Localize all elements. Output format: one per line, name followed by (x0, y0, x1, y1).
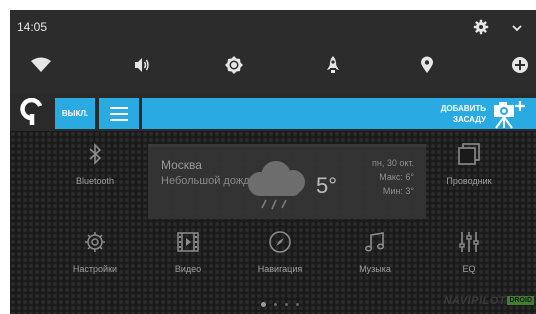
page-dot[interactable] (274, 303, 277, 306)
hamburger-icon (110, 106, 128, 121)
data-saver-icon[interactable] (507, 52, 533, 78)
off-button[interactable]: ВЫКЛ. (55, 98, 95, 129)
bluetooth-icon (80, 139, 110, 169)
notification-shade: 14:05 (10, 10, 536, 95)
rocket-icon[interactable] (320, 52, 346, 78)
gear-icon[interactable] (473, 19, 489, 35)
home-desktop: Москва Небольшой дождь 5° пн, 30 окт. Ма… (10, 131, 536, 314)
add-rear-label: ДОБАВИТЬ ЗАСАДУ (440, 104, 486, 124)
rain-cloud-icon (238, 160, 316, 212)
rear-camera-icon (490, 99, 528, 129)
status-time: 14:05 (17, 20, 48, 34)
chevron-down-icon[interactable] (510, 21, 524, 33)
app-music[interactable]: Музыка (335, 227, 415, 274)
weather-min: Мин: 3° (382, 186, 414, 196)
app-label: Навигация (257, 264, 303, 274)
page-dot[interactable] (285, 303, 288, 306)
music-icon (360, 227, 390, 257)
weather-temperature: 5° (316, 173, 338, 198)
app-equalizer[interactable]: EQ (429, 227, 509, 274)
app-label: Настройки (72, 264, 118, 274)
file-manager-icon (454, 139, 484, 169)
app-label: Музыка (359, 264, 391, 274)
page-indicator[interactable] (259, 301, 309, 309)
brightness-icon[interactable] (221, 52, 247, 78)
equalizer-icon (454, 227, 484, 257)
video-icon (173, 227, 203, 257)
menu-button[interactable] (99, 98, 139, 129)
wifi-icon[interactable] (28, 52, 54, 78)
app-label: Bluetooth (75, 176, 115, 186)
app-bluetooth[interactable]: Bluetooth (55, 139, 135, 186)
location-icon[interactable] (414, 52, 440, 78)
page-dot-active[interactable] (261, 302, 266, 307)
app-video[interactable]: Видео (148, 227, 228, 274)
settings-icon (80, 227, 110, 257)
app-settings[interactable]: Настройки (55, 227, 135, 274)
app-label: Проводник (446, 176, 492, 186)
app-label: EQ (462, 264, 476, 274)
navipilot-logo-icon[interactable] (18, 97, 46, 128)
brand-badge: DROID (507, 296, 534, 305)
app-navigation[interactable]: Навигация (240, 227, 320, 274)
weather-widget[interactable]: Москва Небольшой дождь 5° пн, 30 окт. Ма… (148, 144, 426, 219)
weather-city: Москва (161, 158, 202, 172)
weather-date: пн, 30 окт. (371, 158, 414, 168)
volume-icon[interactable] (129, 52, 155, 78)
weather-max: Макс: 6° (379, 172, 414, 182)
device-screen: 14:05 ВЫКЛ. ДОБАВИТЬ ЗАСАДУ Москва Небол… (10, 10, 536, 314)
navigation-icon (265, 227, 295, 257)
app-file-manager[interactable]: Проводник (429, 139, 509, 186)
brand-watermark: NAVIPILOT (443, 295, 506, 307)
app-top-bar: ВЫКЛ. ДОБАВИТЬ ЗАСАДУ (10, 95, 536, 131)
page-dot[interactable] (296, 303, 299, 306)
add-rear-button[interactable]: ДОБАВИТЬ ЗАСАДУ (142, 98, 536, 129)
app-label: Видео (174, 264, 202, 274)
